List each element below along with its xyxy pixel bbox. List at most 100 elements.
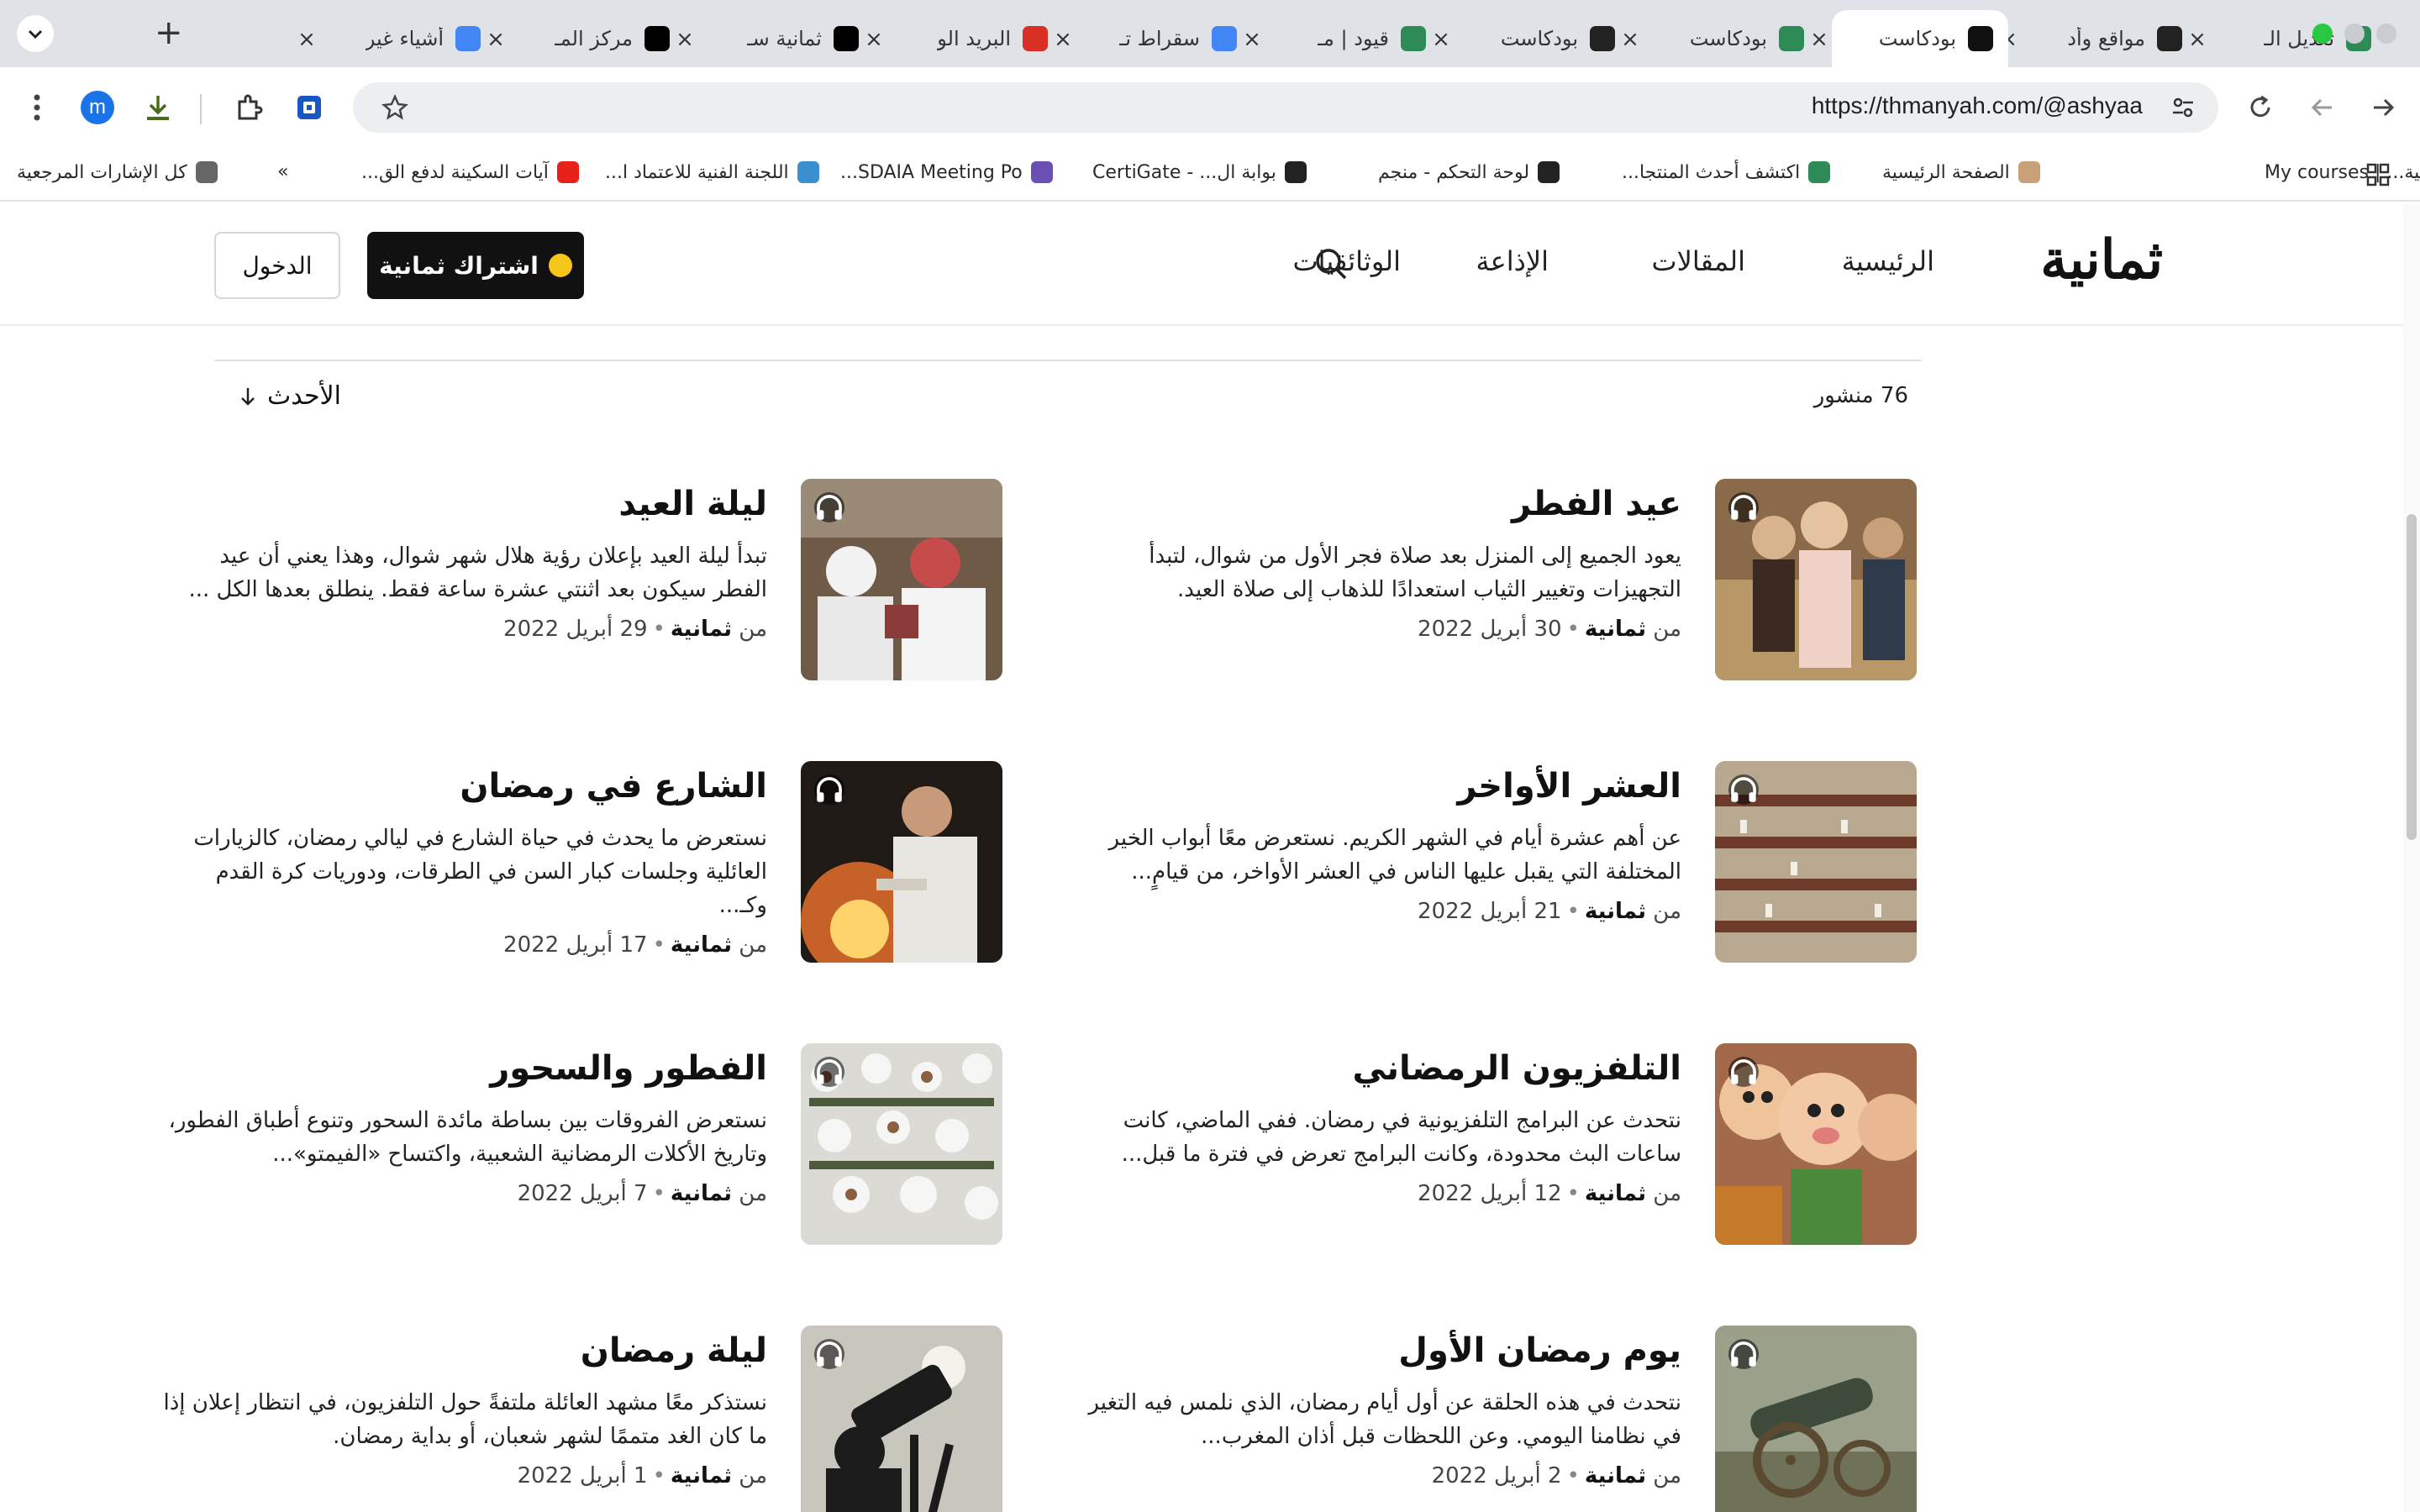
post-title[interactable]: عيد الفطر: [1076, 479, 1681, 529]
tab-title: مركز المـ: [554, 27, 633, 50]
post-title[interactable]: الشارع في رمضان: [162, 761, 767, 811]
headphones-icon: [814, 774, 844, 805]
nav-articles[interactable]: المقالات: [1652, 245, 1745, 277]
headphones-icon: [1728, 492, 1759, 522]
list-divider: [214, 360, 1922, 361]
tab-5[interactable]: بودكاست ×: [1432, 10, 1630, 67]
post-author[interactable]: ثمانية: [1585, 899, 1646, 924]
web-page: ثمانية الرئيسية المقالات الإذاعة الوثائق…: [0, 203, 2420, 1512]
bookmark-label: كل الإشارات المرجعية: [17, 161, 187, 183]
post-thumbnail[interactable]: [801, 761, 1002, 963]
post-title[interactable]: التلفزيون الرمضاني: [1076, 1043, 1681, 1094]
post-thumbnail[interactable]: [1715, 1326, 1917, 1512]
bookmark-7[interactable]: اللجنة الفنية للاعتماد ا...: [605, 161, 819, 183]
bookmark-8[interactable]: آيات السكينة لدفع الق...: [361, 161, 579, 183]
site-logo[interactable]: ثمانية: [2040, 228, 2165, 291]
tab-9[interactable]: ثمانية سـ ×: [676, 10, 874, 67]
post-thumbnail[interactable]: [801, 479, 1002, 680]
post-author[interactable]: ثمانية: [671, 617, 732, 642]
post-title[interactable]: العشر الأواخر: [1076, 761, 1681, 811]
post-description: نتحدث في هذه الحلقة عن أول أيام رمضان، ا…: [1088, 1390, 1681, 1449]
download-icon[interactable]: [138, 87, 178, 128]
bookmark-10[interactable]: كل الإشارات المرجعية: [17, 161, 218, 183]
post-author[interactable]: ثمانية: [671, 932, 732, 958]
bookmark-star-icon[interactable]: [375, 87, 415, 128]
post-title[interactable]: ليلة رمضان: [162, 1326, 767, 1376]
window-maximize-button[interactable]: [2312, 24, 2333, 44]
post-card[interactable]: العشر الأواخر عن أهم عشرة أيام في الشهر ا…: [1076, 761, 1917, 963]
tab-4[interactable]: بودكاست ×: [1621, 10, 1819, 67]
post-card[interactable]: ليلة العيد تبدأ ليلة العيد بإعلان رؤية هل…: [162, 479, 1002, 680]
bookmark-9[interactable]: »: [277, 161, 288, 182]
tab-3[interactable]: بودكاست ×: [1810, 10, 2008, 67]
post-date: 30 أبريل 2022: [1418, 617, 1562, 642]
post-author[interactable]: ثمانية: [1585, 1463, 1646, 1488]
search-button[interactable]: [1311, 244, 1351, 284]
profile-avatar[interactable]: m: [77, 87, 118, 128]
post-date: 21 أبريل 2022: [1418, 899, 1562, 924]
post-author[interactable]: ثمانية: [1585, 617, 1646, 642]
reload-icon[interactable]: [2240, 87, 2281, 128]
bookmark-3[interactable]: اكتشف أحدث المنتجا...: [1622, 161, 1831, 183]
meta-separator: •: [1566, 1463, 1580, 1488]
post-date: 2 أبريل 2022: [1431, 1463, 1562, 1488]
post-card[interactable]: التلفزيون الرمضاني نتحدث عن البرامج التلف…: [1076, 1043, 1917, 1245]
bookmark-label: الكلية... | My courses: [2265, 161, 2420, 183]
site-header: ثمانية الرئيسية المقالات الإذاعة الوثائق…: [0, 203, 2403, 326]
post-author[interactable]: ثمانية: [671, 1181, 732, 1206]
bookmark-1[interactable]: الكلية... | My courses: [2265, 161, 2420, 183]
ncaaa-icon: [797, 161, 819, 183]
post-author[interactable]: ثمانية: [671, 1463, 732, 1488]
bookmark-6[interactable]: SDAIA Meeting Po...: [840, 161, 1053, 183]
post-card[interactable]: ليلة رمضان نستذكر معًا مشهد العائلة ملتفة…: [162, 1326, 1002, 1512]
scrollbar-thumb[interactable]: [2407, 514, 2417, 840]
sort-button[interactable]: الأحدث: [239, 381, 341, 411]
close-icon[interactable]: ×: [296, 27, 318, 52]
back-arrow-icon[interactable]: [2302, 87, 2343, 128]
extension-icon[interactable]: [289, 87, 329, 128]
post-meta: من ثمانية•29 أبريل 2022: [162, 617, 767, 642]
tab-6[interactable]: قيود | مـ ×: [1243, 10, 1441, 67]
tab-title: مواقع وأد: [2067, 27, 2145, 50]
window-close-button[interactable]: [2376, 24, 2396, 44]
site-settings-icon[interactable]: [2163, 87, 2203, 128]
post-thumbnail[interactable]: [1715, 479, 1917, 680]
forward-arrow-icon[interactable]: [2363, 87, 2403, 128]
post-title[interactable]: يوم رمضان الأول: [1076, 1326, 1681, 1376]
new-tab-button[interactable]: +: [155, 13, 183, 52]
tab-7[interactable]: سقراط تـ ×: [1054, 10, 1252, 67]
post-card[interactable]: يوم رمضان الأول نتحدث في هذه الحلقة عن أو…: [1076, 1326, 1917, 1512]
post-title[interactable]: الفطور والسحور: [162, 1043, 767, 1094]
post-title[interactable]: ليلة العيد: [162, 479, 767, 529]
address-bar[interactable]: https://thmanyah.com/@ashyaa: [353, 82, 2218, 133]
subscribe-button[interactable]: اشتراك ثمانية: [367, 232, 584, 299]
post-card[interactable]: عيد الفطر يعود الجميع إلى المنزل بعد صلاة…: [1076, 479, 1917, 680]
tab-8[interactable]: البريد الو ×: [865, 10, 1063, 67]
extensions-puzzle-icon[interactable]: [229, 87, 269, 128]
post-thumbnail[interactable]: [801, 1043, 1002, 1245]
post-date: 29 أبريل 2022: [503, 617, 648, 642]
bookmark-5[interactable]: بوابة ال... - CertiGate: [1092, 161, 1307, 183]
tab-10[interactable]: مركز المـ ×: [487, 10, 685, 67]
page-scrollbar[interactable]: [2403, 203, 2420, 1512]
post-card[interactable]: الشارع في رمضان نستعرض ما يحدث في حياة ال…: [162, 761, 1002, 963]
post-thumbnail[interactable]: [1715, 761, 1917, 963]
post-card[interactable]: الفطور والسحور نستعرض الفروقات بين بساطة …: [162, 1043, 1002, 1245]
window-minimize-button[interactable]: [2344, 24, 2365, 44]
menu-kebab-icon[interactable]: [17, 87, 57, 128]
nav-home[interactable]: الرئيسية: [1842, 245, 1934, 277]
bookmark-4[interactable]: لوحة التحكم - منجم: [1378, 161, 1560, 183]
tab-title: بودكاست: [1500, 27, 1578, 50]
from-label: من: [1653, 1181, 1681, 1206]
post-thumbnail[interactable]: [801, 1326, 1002, 1512]
post-thumbnail[interactable]: [1715, 1043, 1917, 1245]
tab-11[interactable]: أشياء غير ×: [297, 10, 496, 67]
post-body: يوم رمضان الأول نتحدث في هذه الحلقة عن أو…: [1076, 1326, 1681, 1488]
globe-icon: [1284, 161, 1307, 183]
nav-radio[interactable]: الإذاعة: [1476, 245, 1549, 277]
tab-search-button[interactable]: [17, 15, 54, 52]
post-author[interactable]: ثمانية: [1585, 1181, 1646, 1206]
login-button[interactable]: الدخول: [214, 232, 340, 299]
bookmark-2[interactable]: الصفحة الرئيسية: [1882, 161, 2040, 183]
tab-2[interactable]: مواقع وأد×: [1999, 10, 2197, 67]
